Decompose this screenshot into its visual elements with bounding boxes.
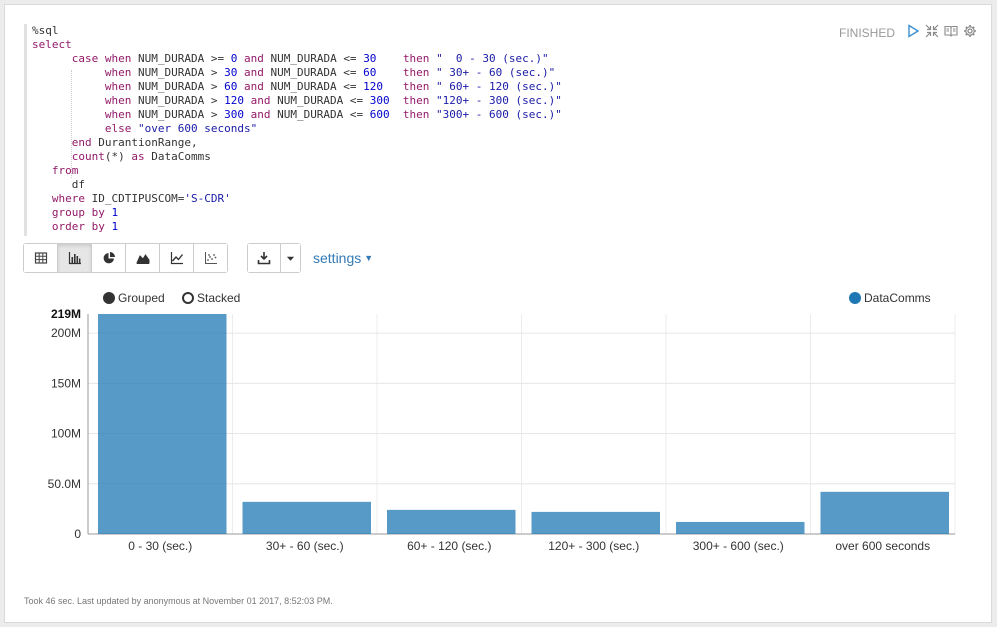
bar-2 [242, 501, 371, 534]
bar-5 [676, 521, 805, 534]
y-tick-label: 150M [51, 376, 81, 390]
y-tick-label: 100M [51, 427, 81, 441]
bar-1 [98, 314, 227, 534]
x-tick-label: 60+ - 120 (sec.) [407, 539, 491, 553]
y-max-label: 219M [51, 307, 81, 321]
bar-3 [387, 509, 516, 534]
x-tick-label: 30+ - 60 (sec.) [266, 539, 344, 553]
x-tick-label: over 600 seconds [835, 539, 930, 553]
bar-chart: 0 50.0M 100M 150M 200M 219M 0 - 30 (sec.) 30+ -… [48, 307, 956, 553]
x-tick-label: 300+ - 600 (sec.) [693, 539, 784, 553]
y-tick-label: 200M [51, 326, 81, 340]
bar-6 [820, 491, 949, 534]
x-tick-label: 120+ - 300 (sec.) [548, 539, 639, 553]
x-tick-label: 0 - 30 (sec.) [128, 539, 192, 553]
bar-4 [531, 511, 660, 534]
y-tick-label: 50.0M [48, 477, 81, 491]
y-tick-label: 0 [74, 527, 81, 541]
paragraph-footer: Took 46 sec. Last updated by anonymous a… [24, 596, 333, 606]
